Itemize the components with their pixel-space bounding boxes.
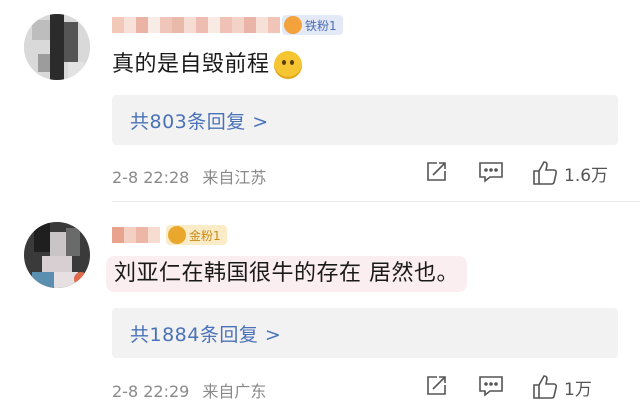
comment-divider: [112, 201, 640, 202]
reply-summary[interactable]: 共1884条回复 >: [112, 308, 618, 358]
comment-meta: 2-8 22:29 来自广东: [112, 378, 274, 402]
location: 来自广东: [202, 382, 267, 401]
like-count: 1万: [564, 379, 592, 400]
fan-level-badge[interactable]: 金粉1: [166, 225, 227, 245]
username-blurred[interactable]: [112, 227, 160, 243]
like-icon: [533, 161, 558, 185]
view-replies-link[interactable]: 共803条回复 >: [130, 107, 269, 134]
share-icon: [427, 376, 446, 395]
comment-icon: [479, 162, 503, 183]
share-icon: [427, 162, 446, 181]
comment-text: 刘亚仁在韩国很牛的存在 居然也。: [106, 256, 467, 292]
like-count: 1.6万: [564, 165, 609, 186]
like-button[interactable]: 1.6万: [532, 160, 608, 186]
like-button[interactable]: 1万: [532, 374, 592, 400]
comment-button[interactable]: [478, 374, 504, 398]
comment-item: 金粉1 刘亚仁在韩国很牛的存在 居然也。 共1884条回复 > 2-8 22:2…: [0, 206, 640, 405]
comment-meta: 2-8 22:28 来自江苏: [112, 164, 274, 188]
avatar[interactable]: [24, 222, 90, 288]
view-replies-link[interactable]: 共1884条回复 >: [130, 320, 281, 347]
like-icon: [533, 375, 558, 399]
fan-badge-icon: [284, 16, 302, 34]
share-button[interactable]: [424, 160, 448, 184]
smiling-face-emoji: [273, 51, 302, 79]
badge-label: 铁粉1: [305, 18, 337, 33]
badge-label: 金粉1: [189, 228, 221, 243]
username-blurred[interactable]: [112, 17, 280, 33]
location: 来自江苏: [202, 168, 267, 187]
fan-level-badge[interactable]: 铁粉1: [282, 15, 343, 35]
comment-icon: [479, 376, 503, 397]
avatar[interactable]: [24, 14, 90, 80]
reply-summary[interactable]: 共803条回复 >: [112, 95, 618, 145]
timestamp: 2-8 22:28: [112, 168, 190, 187]
comment-button[interactable]: [478, 160, 504, 184]
share-button[interactable]: [424, 374, 448, 398]
timestamp: 2-8 22:29: [112, 382, 190, 401]
comment-item: 铁粉1 真的是自毁前程 共803条回复 > 2-8 22:28 来自江苏 1.6…: [0, 0, 640, 200]
crown-badge-icon: [168, 226, 186, 244]
comment-text: 真的是自毁前程: [112, 50, 302, 80]
